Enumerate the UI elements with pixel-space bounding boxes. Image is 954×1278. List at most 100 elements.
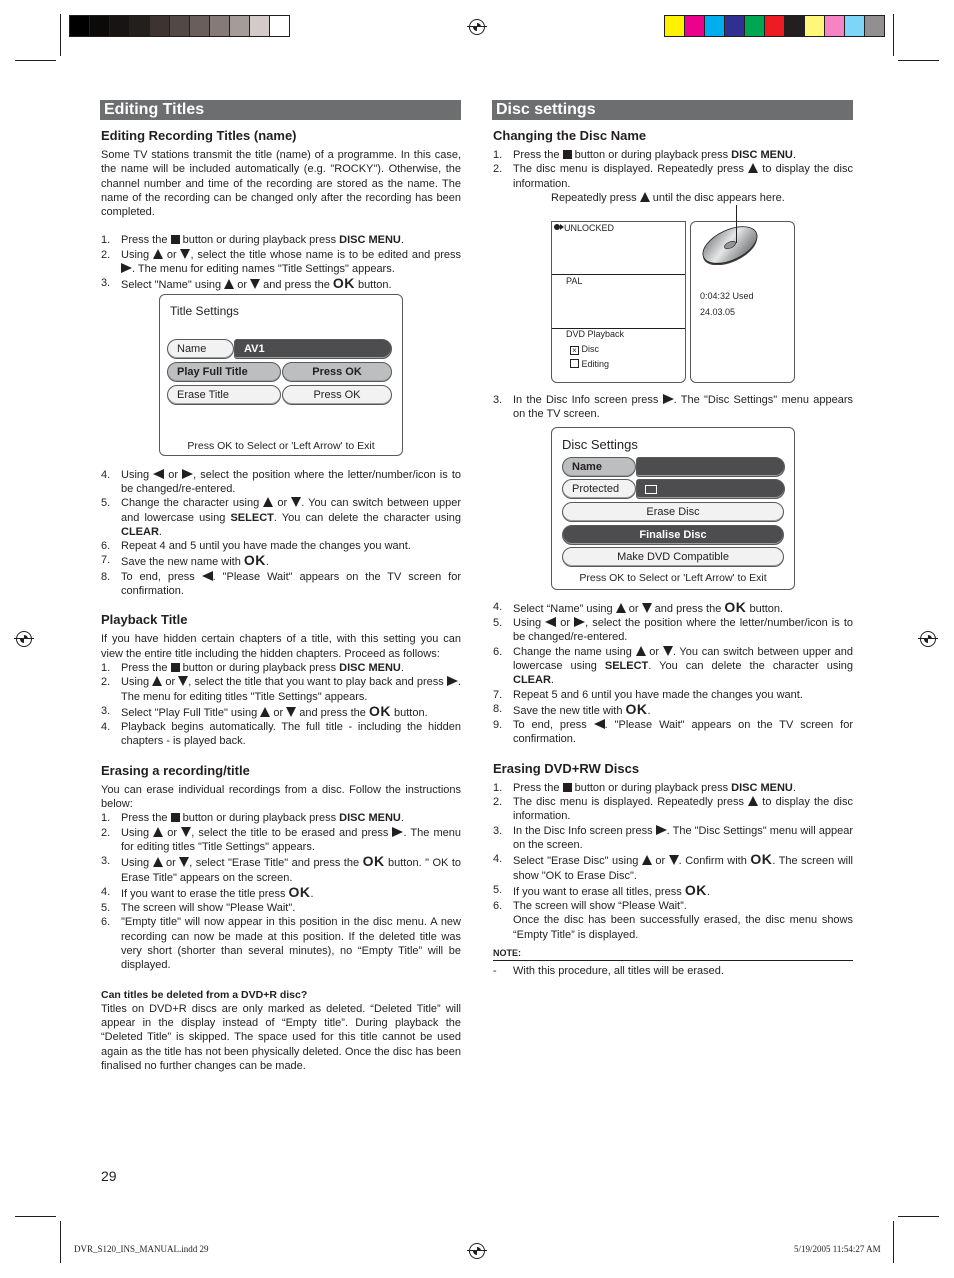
list-item: 2. The disc menu is displayed. Repeatedly…: [493, 796, 853, 823]
play-full-title-row[interactable]: Play Full Title: [167, 362, 281, 382]
up-arrow-icon: [641, 855, 652, 866]
down-arrow-icon: [180, 248, 191, 259]
checkbox-unchecked-icon[interactable]: [570, 359, 579, 368]
list-item: 1. Press the button or during playback pr…: [493, 781, 796, 794]
steps-list: 1. Press the button or during playback pr…: [101, 233, 461, 292]
section-title: Editing Titles: [100, 100, 461, 120]
crop-mark: [898, 60, 939, 61]
left-column: Editing Titles Editing Recording Titles …: [100, 100, 462, 1073]
play-full-title-press-ok[interactable]: Press OK: [282, 362, 392, 382]
ok-button-icon: OK: [362, 853, 385, 870]
color-swatch: [825, 16, 845, 36]
down-arrow-icon: [641, 602, 652, 613]
crop-mark: [60, 1221, 61, 1263]
color-swatch: [785, 16, 805, 36]
faq-answer: Titles on DVD+R discs are only marked as…: [101, 1002, 461, 1073]
intro-paragraph: If you have hidden certain chapters of a…: [101, 633, 461, 660]
list-item: 4. Using or , select the position where t…: [101, 468, 461, 495]
ok-button-icon: OK: [684, 881, 707, 898]
make-dvd-compatible-button[interactable]: Make DVD Compatible: [562, 547, 784, 567]
steps-list: 4. Using or , select the position where t…: [101, 468, 461, 599]
ok-button-icon: OK: [332, 275, 355, 292]
down-arrow-icon: [286, 706, 297, 717]
steps-list: 4. Select “Name” using or and press the O…: [493, 600, 853, 747]
disc-icon: [702, 226, 758, 265]
screen-title: Disc Settings: [562, 437, 638, 452]
color-swatch: [685, 16, 705, 36]
list-item: 9. To end, press . "Please Wait" appears …: [493, 719, 854, 746]
list-item: 3. Using or , select "Erase Title" and pr…: [101, 853, 462, 884]
crop-mark: [898, 1216, 939, 1217]
heading-erasing-title: Erasing a recording/title: [101, 762, 250, 778]
up-arrow-icon: [152, 248, 163, 259]
list-item: 7. Repeat 5 and 6 until you have made the…: [493, 688, 803, 701]
steps-list: 1. Press the button or during playback pr…: [493, 781, 853, 942]
finalise-disc-button[interactable]: Finalise Disc: [562, 525, 784, 545]
protected-row-label[interactable]: Protected: [562, 479, 636, 499]
checkbox-unchecked-icon[interactable]: [645, 485, 657, 494]
list-item: 8. To end, press . "Please Wait" appears …: [101, 570, 462, 598]
erase-title-press-ok[interactable]: Press OK: [282, 385, 392, 405]
crop-mark: [893, 1221, 894, 1263]
name-row-label[interactable]: Name: [167, 339, 234, 359]
option-editing[interactable]: Editing: [570, 359, 609, 369]
registration-mark-icon: [467, 19, 487, 35]
disc-settings-screen: Disc Settings Name Protected Erase Disc …: [551, 427, 795, 590]
section-title: Disc settings: [492, 100, 853, 120]
stop-icon: [170, 813, 180, 823]
erase-disc-button[interactable]: Erase Disc: [562, 502, 784, 522]
list-item: 6. Repeat 4 and 5 until you have made the…: [101, 540, 411, 553]
erase-title-row[interactable]: Erase Title: [167, 385, 281, 405]
left-arrow-icon: [593, 719, 605, 730]
color-swatch: [705, 16, 725, 36]
name-value-field[interactable]: AV1: [234, 339, 392, 359]
up-arrow-icon: [224, 279, 235, 290]
crop-mark: [893, 14, 894, 56]
color-swatch: [865, 16, 884, 36]
cmyk-color-bar: [664, 15, 885, 37]
name-value-field[interactable]: [636, 457, 785, 477]
gray-color-bar: [69, 15, 290, 37]
list-item: 1. Press the button or during playback pr…: [101, 661, 404, 674]
list-item: 1. Press the button or during playback pr…: [493, 149, 796, 161]
list-item: 4. Select "Erase Disc" using or . Confirm…: [493, 851, 853, 882]
color-swatch: [130, 16, 150, 36]
option-disc[interactable]: × Disc: [570, 344, 599, 355]
up-arrow-icon: [748, 796, 759, 807]
ok-button-icon: OK: [750, 851, 773, 868]
list-item: 8. Save the new title with OK.: [493, 700, 651, 717]
left-arrow-icon: [545, 617, 557, 628]
color-swatch: [665, 16, 685, 36]
ok-button-icon: OK: [625, 700, 648, 717]
list-item: 1. Press the button or during playback pr…: [101, 234, 404, 247]
color-swatch: [765, 16, 785, 36]
color-swatch: [110, 16, 130, 36]
list-item: 2. Using or , select the title whose name…: [101, 248, 461, 276]
list-item: 5. Change the character using or . You ca…: [101, 497, 462, 538]
list-item: 6. "Empty title" will now appear in this …: [101, 916, 461, 972]
list-item: 4. Playback begins automatically. The ful…: [101, 721, 461, 748]
up-arrow-icon: [153, 826, 164, 837]
right-arrow-icon: [182, 468, 194, 479]
up-arrow-icon: [263, 497, 274, 508]
list-item: 3. Select "Play Full Title" using or and …: [101, 702, 428, 719]
down-arrow-icon: [668, 855, 679, 866]
name-row-label[interactable]: Name: [562, 457, 636, 477]
checkbox-checked-icon[interactable]: ×: [570, 346, 579, 355]
down-arrow-icon: [181, 826, 192, 837]
faq-question: Can titles be deleted from a DVD+R disc?: [101, 988, 308, 1001]
registration-mark-icon: [918, 631, 938, 647]
callout-line: [736, 205, 737, 243]
callout-text: Repeatedly press until the disc appears …: [551, 191, 785, 204]
protected-toggle[interactable]: [636, 479, 785, 499]
title-settings-screen: Title Settings Name AV1 Play Full Title …: [159, 294, 403, 456]
ok-button-icon: OK: [724, 598, 747, 615]
file-slug: DVR_S120_INS_MANUAL.indd 29: [74, 1244, 209, 1254]
stop-icon: [170, 662, 180, 672]
color-swatch: [190, 16, 210, 36]
right-arrow-icon: [662, 394, 674, 405]
note-label: NOTE:: [493, 947, 853, 962]
color-swatch: [250, 16, 270, 36]
right-arrow-icon: [392, 826, 404, 837]
ok-button-icon: OK: [243, 552, 266, 569]
